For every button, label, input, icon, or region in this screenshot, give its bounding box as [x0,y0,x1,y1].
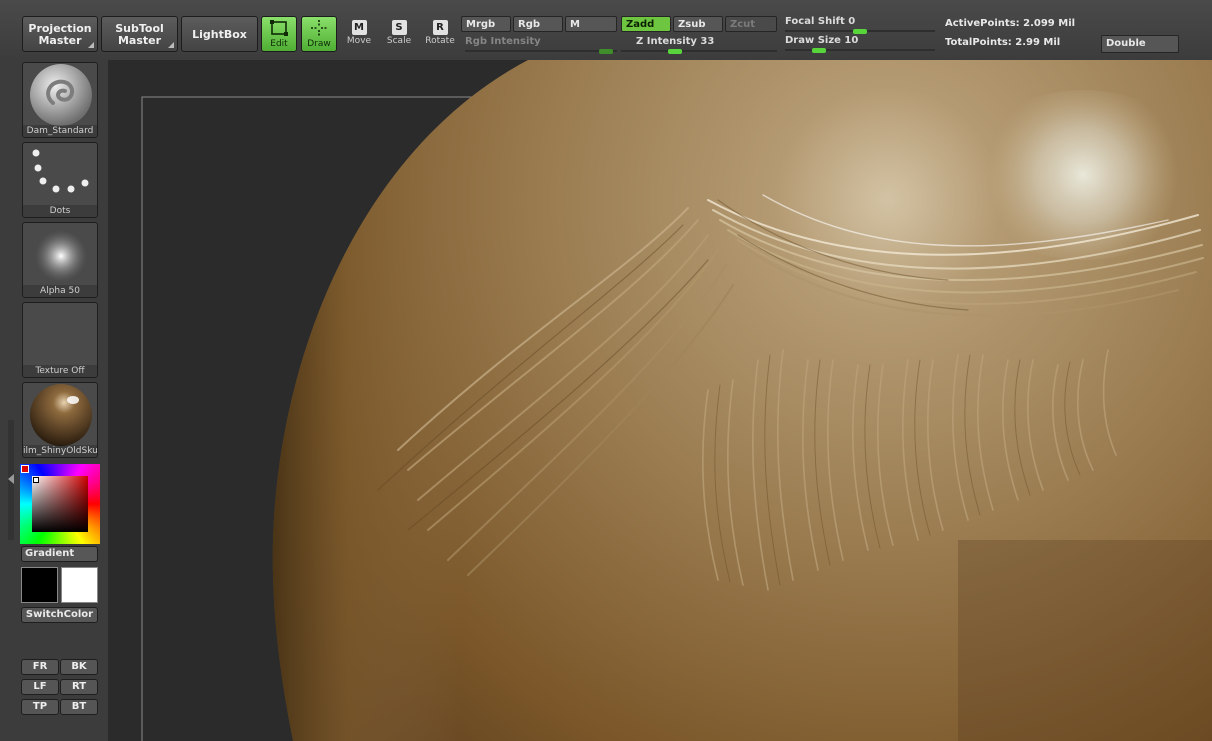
draw-label: Draw [307,39,331,49]
scale-button[interactable]: S Scale [379,18,419,52]
subtool-master-button[interactable]: SubTool Master [101,16,178,52]
slider-track [465,50,617,52]
slider-track [621,50,777,52]
move-icon: M [351,20,367,35]
dots-stroke-icon [32,149,89,193]
rotate-button[interactable]: R Rotate [420,18,460,52]
stroke-thumbnail[interactable]: Dots [22,142,98,218]
hue-marker-icon [21,465,29,473]
lower-right-shadow [958,540,1212,741]
viewport-canvas[interactable] [108,60,1212,741]
color-picker[interactable] [20,464,100,544]
slider-knob[interactable] [812,48,826,53]
color-field[interactable] [32,476,88,532]
rotate-icon: R [432,20,448,35]
edit-button[interactable]: Edit [261,16,297,52]
rgb-intensity-slider[interactable]: Rgb Intensity [465,36,617,54]
material-thumbnail[interactable]: ilm_ShinyOldSkul [22,382,98,458]
z-intensity-label: Z Intensity [636,36,697,47]
stroke-name: Dots [23,205,97,217]
alpha-thumbnail[interactable]: Alpha 50 [22,222,98,298]
specular-highlight [963,90,1203,260]
brush-preview-icon [30,64,92,126]
focal-shift-label: Focal Shift [785,16,845,27]
focal-shift-value: 0 [848,16,856,27]
move-button[interactable]: M Move [339,18,379,52]
view-bottom-button[interactable]: BT [60,699,98,715]
top-toolbar: Projection Master SubTool Master LightBo… [0,0,1212,61]
material-sphere-icon [30,384,92,446]
tray-handle[interactable] [8,420,14,540]
primary-color-swatch[interactable] [21,567,58,603]
left-shelf: Dam_Standard Dots Alpha 50 Texture Off i… [0,60,108,741]
secondary-color-swatch[interactable] [61,567,98,603]
subtool-master-label: SubTool Master [115,22,164,47]
rgb-intensity-label: Rgb Intensity [465,36,541,47]
tray-arrow-icon [8,474,14,484]
view-back-button[interactable]: BK [60,659,98,675]
picker-cursor-icon [33,477,39,483]
double-button[interactable]: Double [1101,35,1179,53]
active-points: ActivePoints: 2.099 Mil [945,18,1076,29]
material-name: ilm_ShinyOldSkul [23,445,97,457]
slider-track [785,49,935,51]
slider-knob[interactable] [668,49,682,54]
focal-shift-slider[interactable]: Focal Shift 0 [785,16,935,34]
view-top-button[interactable]: TP [21,699,59,715]
alpha-name: Alpha 50 [23,285,97,297]
corner-arrow-icon [168,42,174,48]
rotate-label: Rotate [425,36,455,46]
total-points: TotalPoints: 2.99 Mil [945,37,1061,48]
mrgb-button[interactable]: Mrgb [461,16,511,32]
draw-size-slider[interactable]: Draw Size 10 [785,35,935,53]
draw-size-label: Draw Size [785,35,841,46]
sculpt-model [141,60,1212,741]
alpha-preview-icon [35,230,87,282]
gradient-button[interactable]: Gradient [21,546,98,562]
z-intensity-value: 33 [700,36,715,47]
scale-icon: S [391,20,407,35]
slider-knob[interactable] [853,29,867,34]
edit-icon [270,20,288,36]
zadd-button[interactable]: Zadd [621,16,671,32]
texture-thumbnail[interactable]: Texture Off [22,302,98,378]
scale-label: Scale [386,36,412,46]
draw-icon [311,20,327,36]
view-front-button[interactable]: FR [21,659,59,675]
lightbox-button[interactable]: LightBox [181,16,258,52]
draw-button[interactable]: Draw [301,16,337,52]
slider-knob[interactable] [599,49,613,54]
view-left-button[interactable]: LF [21,679,59,695]
zcut-button[interactable]: Zcut [725,16,777,32]
texture-name: Texture Off [23,365,97,377]
view-right-button[interactable]: RT [60,679,98,695]
brush-name: Dam_Standard [23,125,97,137]
lightbox-label: LightBox [192,28,247,41]
draw-size-value: 10 [844,35,859,46]
projection-master-label: Projection Master [28,22,92,47]
m-button[interactable]: M [565,16,617,32]
zsub-button[interactable]: Zsub [673,16,723,32]
edit-label: Edit [270,39,288,49]
rgb-button[interactable]: Rgb [513,16,563,32]
z-intensity-slider[interactable]: Z Intensity 33 [621,36,777,54]
switch-color-button[interactable]: SwitchColor [21,607,98,623]
projection-master-button[interactable]: Projection Master [22,16,98,52]
brush-thumbnail[interactable]: Dam_Standard [22,62,98,138]
corner-arrow-icon [88,42,94,48]
move-label: Move [346,36,372,46]
